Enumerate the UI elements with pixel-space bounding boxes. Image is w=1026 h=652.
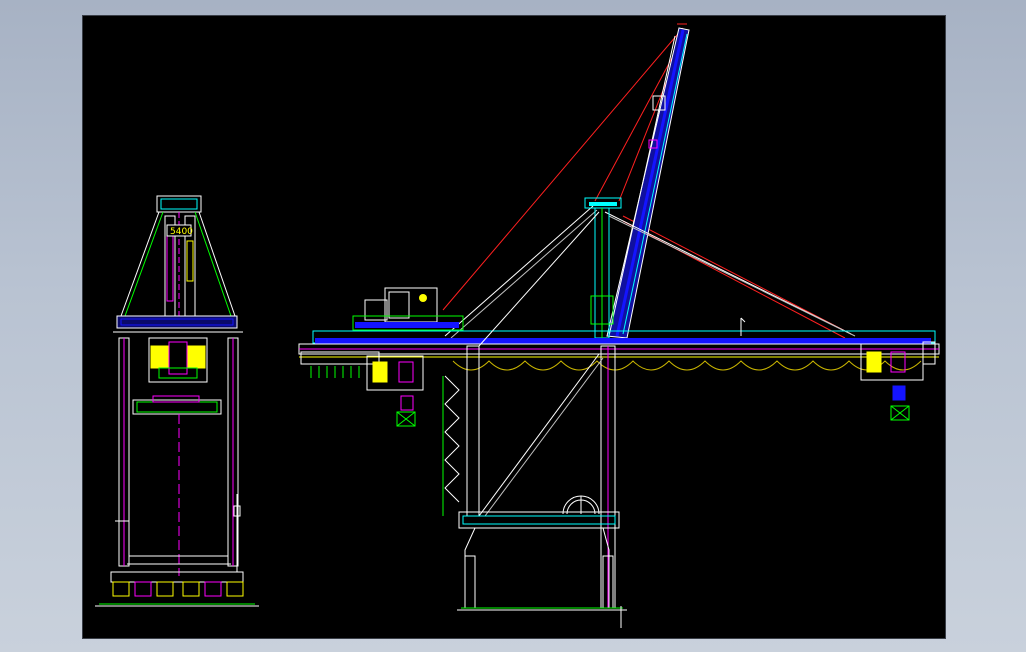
raised-boom	[606, 27, 690, 339]
crane-drawing: 5400	[95, 23, 940, 628]
machinery-house	[352, 287, 464, 331]
crane-side-view	[298, 23, 940, 628]
crane-end-view: 5400	[95, 195, 259, 607]
dimension-label: 5400	[170, 227, 193, 237]
festoon-cables	[452, 360, 922, 371]
stairway	[444, 375, 460, 503]
cad-model-viewport[interactable]: 5400	[82, 15, 946, 639]
